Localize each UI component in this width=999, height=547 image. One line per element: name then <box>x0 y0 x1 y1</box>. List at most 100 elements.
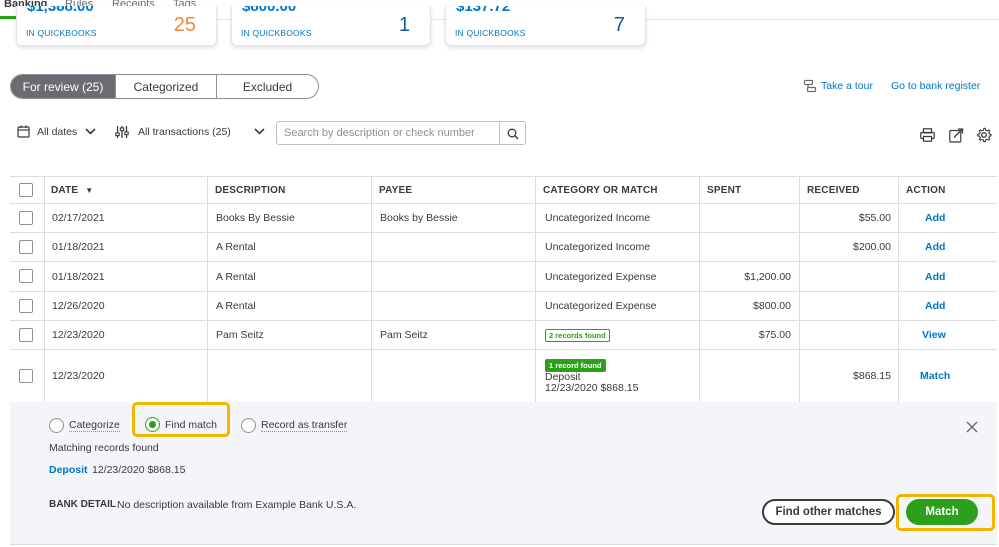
row-date: 01/18/2021 <box>52 271 105 283</box>
row-date: 12/26/2020 <box>52 300 105 312</box>
row-action-add[interactable]: Add <box>925 300 945 312</box>
gear-icon[interactable] <box>976 127 992 148</box>
row-received: $868.15 <box>853 370 891 382</box>
row-category[interactable]: 2 records found <box>545 329 610 342</box>
search-box <box>276 121 526 145</box>
row-spent: $1,200.00 <box>744 271 791 283</box>
header-date[interactable]: DATE ▼ <box>51 185 93 196</box>
row-action-add[interactable]: Add <box>925 271 945 283</box>
match-detail: 12/23/2020 $868.15 <box>545 382 639 394</box>
row-checkbox[interactable] <box>19 299 33 313</box>
row-category[interactable]: Uncategorized Expense <box>545 271 657 283</box>
row-action-add[interactable]: Add <box>925 241 945 253</box>
row-checkbox[interactable] <box>19 328 33 342</box>
header-spent: SPENT <box>707 185 742 196</box>
table-header: DATE ▼ DESCRIPTION PAYEE CATEGORY OR MAT… <box>10 176 997 204</box>
review-segmented-control: For review (25) Categorized Excluded <box>10 74 319 99</box>
table-row[interactable]: 12/23/2020 Pam Seitz Pam Seitz 2 records… <box>10 321 997 350</box>
export-icon[interactable] <box>949 128 964 148</box>
match-button[interactable]: Match <box>906 499 978 525</box>
account-card-1[interactable]: $1,388.00 IN QUICKBOOKS 25 <box>16 6 217 46</box>
search-button[interactable] <box>499 122 525 144</box>
account-card-3[interactable]: $137.72 IN QUICKBOOKS 7 <box>445 6 646 46</box>
header-description: DESCRIPTION <box>215 185 286 196</box>
row-date: 01/18/2021 <box>52 241 105 253</box>
row-action-view[interactable]: View <box>922 329 946 341</box>
row-checkbox[interactable] <box>19 240 33 254</box>
row-category[interactable]: 1 record found Deposit 12/23/2020 $868.1… <box>545 359 638 394</box>
card-count: 25 <box>173 14 196 36</box>
take-tour-link[interactable]: Take a tour <box>803 79 873 93</box>
tour-icon <box>803 79 817 93</box>
table-row[interactable]: 12/23/2020 1 record found Deposit 12/23/… <box>10 350 997 402</box>
card-sub-label: IN QUICKBOOKS <box>26 28 97 38</box>
row-spent: $800.00 <box>753 300 791 312</box>
row-date: 12/23/2020 <box>52 370 105 382</box>
row-description: A Rental <box>216 300 256 312</box>
chevron-down-icon <box>254 126 265 138</box>
row-checkbox[interactable] <box>19 369 33 383</box>
transactions-filter[interactable]: All transactions (25) <box>115 125 265 139</box>
header-category: CATEGORY OR MATCH <box>543 185 658 196</box>
row-payee: Pam Seitz <box>380 329 428 341</box>
bank-register-link[interactable]: Go to bank register <box>891 80 980 92</box>
find-other-matches-button[interactable]: Find other matches <box>762 499 895 525</box>
segment-for-review[interactable]: For review (25) <box>11 75 116 98</box>
dates-filter-label: All dates <box>37 125 78 138</box>
print-icon[interactable] <box>920 128 935 147</box>
row-category[interactable]: Uncategorized Income <box>545 241 650 253</box>
row-description: A Rental <box>216 241 256 253</box>
match-record-detail: 12/23/2020 $868.15 <box>92 464 186 476</box>
row-action-match[interactable]: Match <box>920 370 950 382</box>
card-sub-label: IN QUICKBOOKS <box>241 28 312 38</box>
card-count: 7 <box>613 14 625 36</box>
table-row[interactable]: 01/18/2021 A Rental Uncategorized Expens… <box>10 262 997 292</box>
calendar-icon <box>17 125 30 138</box>
segment-categorized[interactable]: Categorized <box>116 75 217 98</box>
row-payee: Books by Bessie <box>380 212 458 224</box>
row-received: $55.00 <box>858 212 891 224</box>
record-transfer-radio[interactable] <box>241 418 256 433</box>
row-description: Books By Bessie <box>216 212 295 224</box>
card-count: 1 <box>398 14 410 36</box>
record-transfer-label[interactable]: Record as transfer <box>261 419 348 432</box>
categorize-radio[interactable] <box>49 418 64 433</box>
segment-excluded[interactable]: Excluded <box>217 75 318 98</box>
find-match-label[interactable]: Find match <box>165 419 217 431</box>
take-tour-label: Take a tour <box>821 80 873 92</box>
bank-detail-label: BANK DETAIL <box>49 499 117 510</box>
row-checkbox[interactable] <box>19 269 33 283</box>
records-found-badge: 2 records found <box>545 329 610 342</box>
chevron-down-icon <box>85 126 96 138</box>
header-action: ACTION <box>906 185 946 196</box>
close-icon[interactable] <box>966 420 978 438</box>
row-action-add[interactable]: Add <box>925 212 945 224</box>
search-input[interactable] <box>277 122 501 144</box>
categorize-label[interactable]: Categorize <box>69 419 120 432</box>
find-match-radio[interactable] <box>145 417 160 432</box>
header-received: RECEIVED <box>807 185 860 196</box>
sliders-icon <box>115 125 129 139</box>
row-checkbox[interactable] <box>19 211 33 225</box>
bank-detail-text: No description available from Example Ba… <box>117 499 357 511</box>
row-date: 02/17/2021 <box>52 212 105 224</box>
dates-filter[interactable]: All dates <box>17 125 96 138</box>
select-all-checkbox[interactable] <box>19 183 33 197</box>
row-category[interactable]: Uncategorized Expense <box>545 300 657 312</box>
card-sub-label: IN QUICKBOOKS <box>455 28 526 38</box>
account-card-2[interactable]: $800.00 IN QUICKBOOKS 1 <box>231 6 431 46</box>
table-row[interactable]: 02/17/2021 Books By Bessie Books by Bess… <box>10 204 997 233</box>
table-row[interactable]: 12/26/2020 A Rental Uncategorized Expens… <box>10 292 997 321</box>
search-icon <box>507 127 519 140</box>
header-payee: PAYEE <box>379 185 413 196</box>
matching-records-title: Matching records found <box>49 442 159 454</box>
row-date: 12/23/2020 <box>52 329 105 341</box>
row-spent: $75.00 <box>758 329 791 341</box>
table-row[interactable]: 01/18/2021 A Rental Uncategorized Income… <box>10 233 997 262</box>
row-received: $200.00 <box>853 241 891 253</box>
row-category[interactable]: Uncategorized Income <box>545 212 650 224</box>
row-description: A Rental <box>216 271 256 283</box>
row-description: Pam Seitz <box>216 329 264 341</box>
transactions-filter-label: All transactions (25) <box>138 126 231 138</box>
match-record-link[interactable]: Deposit <box>49 464 88 476</box>
